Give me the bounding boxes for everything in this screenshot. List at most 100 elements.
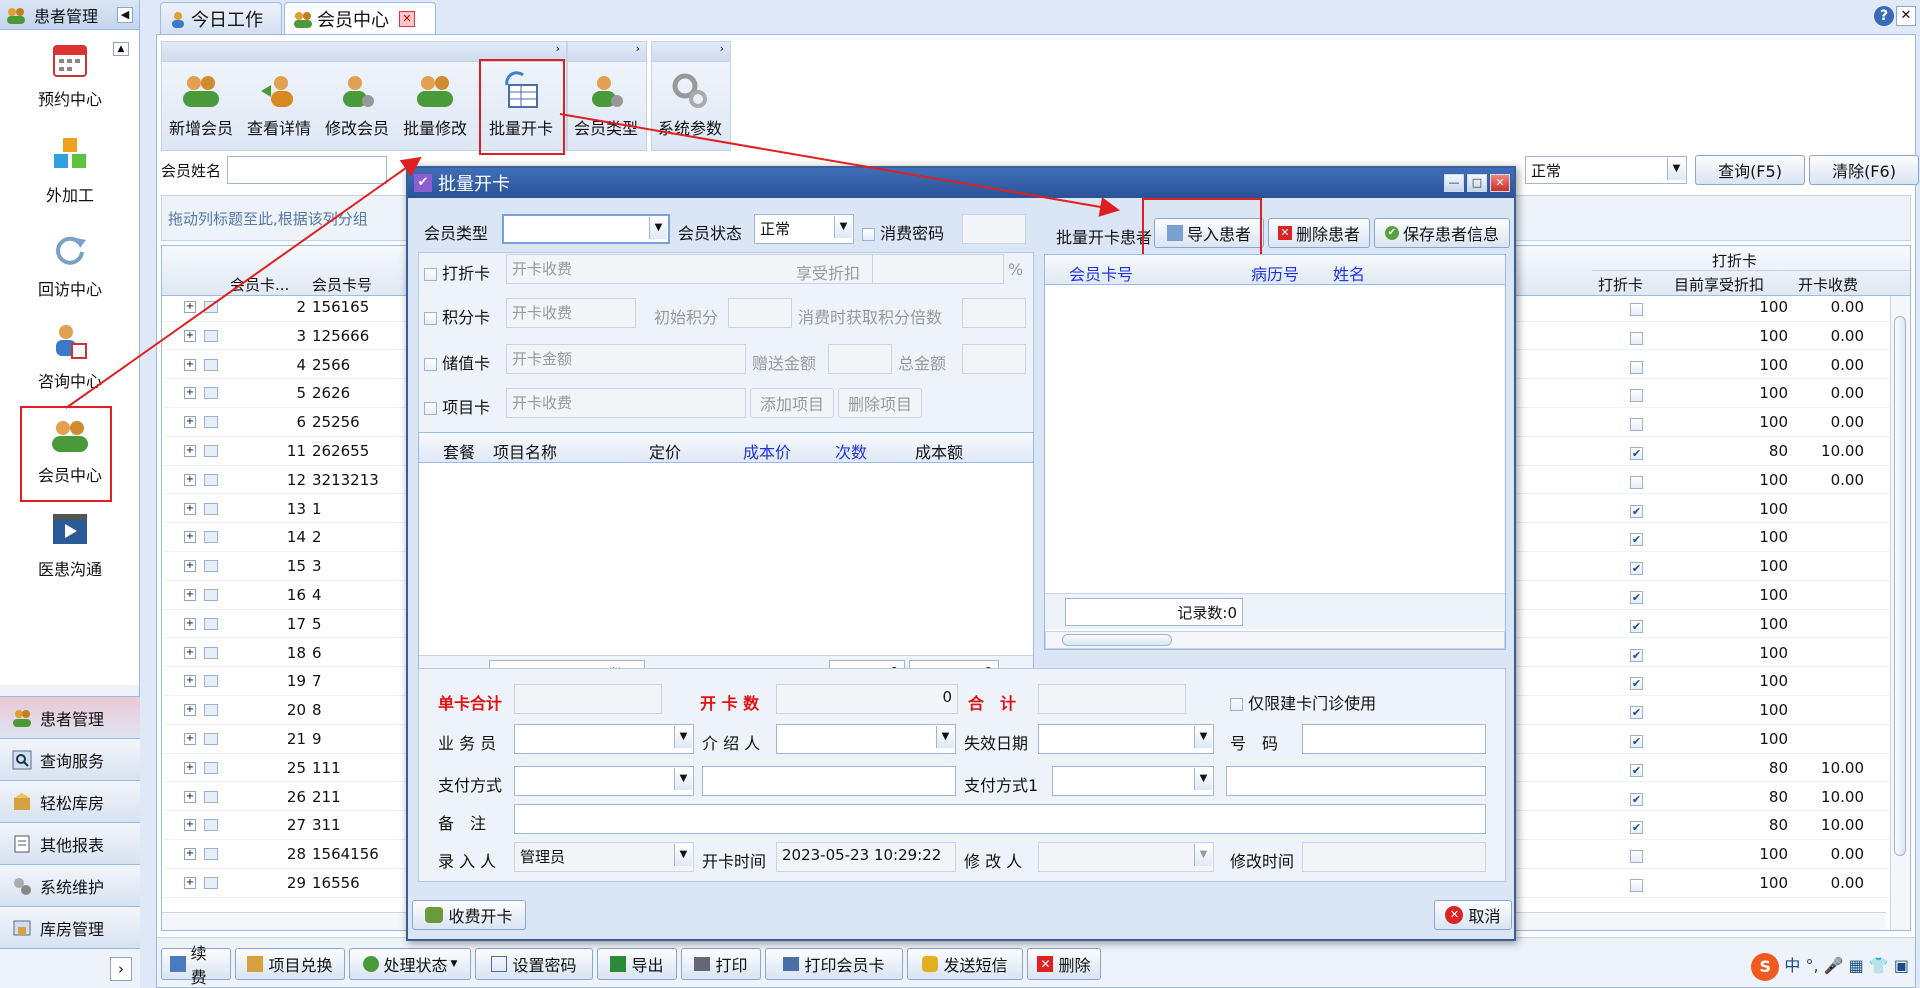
print-button[interactable]: 打印 (681, 948, 761, 980)
discount-checkbox[interactable] (1630, 559, 1643, 577)
module-processing[interactable]: 外加工 (0, 136, 140, 206)
help-icon[interactable]: ? (1874, 6, 1894, 26)
introducer-select[interactable]: ▼ (776, 724, 956, 754)
print-card-button[interactable]: 打印会员卡 (765, 948, 903, 980)
expand-row-icon[interactable]: + (184, 560, 196, 573)
discount-checkbox[interactable] (1630, 790, 1643, 808)
card-count-input[interactable]: 0 (776, 684, 958, 714)
row-select-icon[interactable] (204, 301, 218, 313)
expand-row-icon[interactable]: + (184, 761, 196, 774)
discount-checkbox[interactable] (1630, 761, 1643, 779)
checkbox[interactable] (424, 358, 437, 371)
dialog-titlebar[interactable]: ✔ 批量开卡 — □ ✕ (408, 168, 1514, 198)
discount-checkbox[interactable] (1630, 703, 1643, 721)
expand-row-icon[interactable]: + (184, 445, 196, 457)
gift-amount-input[interactable] (828, 344, 892, 374)
expand-row-icon[interactable]: + (184, 646, 196, 659)
close-tab-icon[interactable]: ✕ (399, 10, 415, 27)
remark-input[interactable] (514, 804, 1486, 834)
discount-checkbox[interactable] (1630, 732, 1643, 750)
discount-checkbox[interactable] (1630, 588, 1643, 606)
send-sms-button[interactable]: 发送短信 (907, 948, 1023, 980)
member-type-select[interactable]: ▼ (502, 214, 670, 244)
col-item-name[interactable]: 项目名称 (493, 439, 557, 463)
number-input[interactable] (1302, 724, 1486, 754)
edit-member-button[interactable]: 修改会员 (318, 71, 396, 139)
single-total-input[interactable] (514, 684, 662, 714)
close-window-icon[interactable]: ✕ (1896, 6, 1916, 26)
points-multiple-input[interactable] (962, 298, 1026, 328)
checkbox[interactable] (424, 268, 437, 281)
discount-checkbox[interactable] (1630, 674, 1643, 692)
discount-checkbox[interactable] (1630, 876, 1643, 894)
col-package[interactable]: 套餐 (443, 439, 475, 463)
consume-pwd-input[interactable] (962, 214, 1026, 244)
row-select-icon[interactable] (204, 790, 218, 803)
col-cost-price[interactable]: 成本价 (743, 439, 791, 463)
delete-item-button[interactable]: 删除项目 (838, 388, 922, 418)
expand-row-icon[interactable]: + (184, 387, 196, 400)
col-open-fee[interactable]: 开卡收费 (1798, 274, 1858, 295)
modifier-select[interactable]: ▼ (1038, 842, 1214, 872)
item-card-checkbox[interactable]: 项目卡 (424, 394, 490, 418)
consume-pwd-checkbox[interactable]: 消费密码 (862, 220, 944, 244)
discount-checkbox[interactable] (1630, 530, 1643, 548)
member-type-button[interactable]: 会员类型 (567, 71, 645, 139)
row-select-icon[interactable] (204, 848, 218, 861)
points-card-checkbox[interactable]: 积分卡 (424, 304, 490, 328)
expand-row-icon[interactable]: + (184, 848, 196, 861)
discount-checkbox[interactable] (1630, 444, 1643, 462)
row-select-icon[interactable] (204, 502, 218, 515)
row-select-icon[interactable] (204, 704, 218, 717)
nav-header[interactable]: 患者管理 ◀ (0, 0, 139, 30)
col-count[interactable]: 次数 (835, 439, 867, 463)
expand-row-icon[interactable]: + (184, 358, 196, 371)
close-icon[interactable]: ✕ (1490, 174, 1510, 192)
expand-row-icon[interactable]: + (184, 704, 196, 717)
row-select-icon[interactable] (204, 589, 218, 601)
collapse-left-icon[interactable]: ◀ (117, 6, 133, 23)
chevron-down-icon[interactable]: ▼ (1194, 726, 1212, 748)
discount-checkbox[interactable] (1630, 358, 1643, 376)
row-select-icon[interactable] (204, 761, 218, 774)
stored-card-checkbox[interactable]: 储值卡 (424, 350, 490, 374)
expand-row-icon[interactable]: + (184, 301, 196, 313)
charge-open-card-button[interactable]: 收费开卡 (412, 900, 526, 930)
row-select-icon[interactable] (204, 473, 218, 486)
expire-date-picker[interactable]: ▼ (1038, 724, 1214, 754)
only-clinic-checkbox[interactable]: 仅限建卡门诊使用 (1230, 690, 1376, 714)
member-status-select[interactable]: 正常 ▼ (754, 214, 854, 244)
col-name[interactable]: 姓名 (1333, 261, 1365, 285)
checkbox[interactable] (424, 312, 437, 325)
grid-vscroll[interactable] (1890, 296, 1910, 930)
status-button[interactable]: 处理状态 ▼ (349, 948, 471, 980)
checkbox[interactable] (424, 402, 437, 415)
ime-toolbar[interactable]: S 中 °, 🎤 ▦ 👕 ▣ (1751, 952, 1909, 981)
expand-row-icon[interactable]: + (184, 502, 196, 515)
chevron-down-icon[interactable]: ▼ (936, 726, 954, 748)
col-record-no[interactable]: 病历号 (1251, 261, 1299, 285)
module-appointment[interactable]: 预约中心 (0, 40, 140, 110)
row-select-icon[interactable] (204, 358, 218, 371)
accordion-query[interactable]: 查询服务 (0, 738, 140, 780)
col-cost-amount[interactable]: 成本额 (915, 439, 963, 463)
expand-right-icon[interactable]: › (110, 957, 132, 981)
export-button[interactable]: 导出 (597, 948, 677, 980)
discount-checkbox[interactable] (1630, 386, 1643, 404)
total-amount-input[interactable] (962, 344, 1026, 374)
enjoy-discount-input[interactable] (872, 254, 1004, 284)
pay-method-select[interactable]: ▼ (514, 766, 694, 796)
row-select-icon[interactable] (204, 329, 218, 342)
discount-checkbox[interactable] (1630, 617, 1643, 635)
set-password-button[interactable]: 设置密码 (475, 948, 593, 980)
item-fee-input[interactable]: 开卡收费 (506, 388, 746, 418)
chevron-down-icon[interactable]: ▼ (834, 216, 852, 238)
discount-checkbox[interactable] (1630, 646, 1643, 664)
cancel-button[interactable]: ✕ 取消 (1434, 900, 1512, 930)
expand-row-icon[interactable]: + (184, 733, 196, 745)
accordion-warehouse[interactable]: 库房管理 (0, 906, 140, 948)
chevron-down-icon[interactable]: ▼ (649, 217, 667, 239)
checkbox[interactable] (862, 228, 875, 241)
expand-row-icon[interactable]: + (184, 617, 196, 630)
group-expand-icon[interactable]: › (652, 42, 730, 62)
